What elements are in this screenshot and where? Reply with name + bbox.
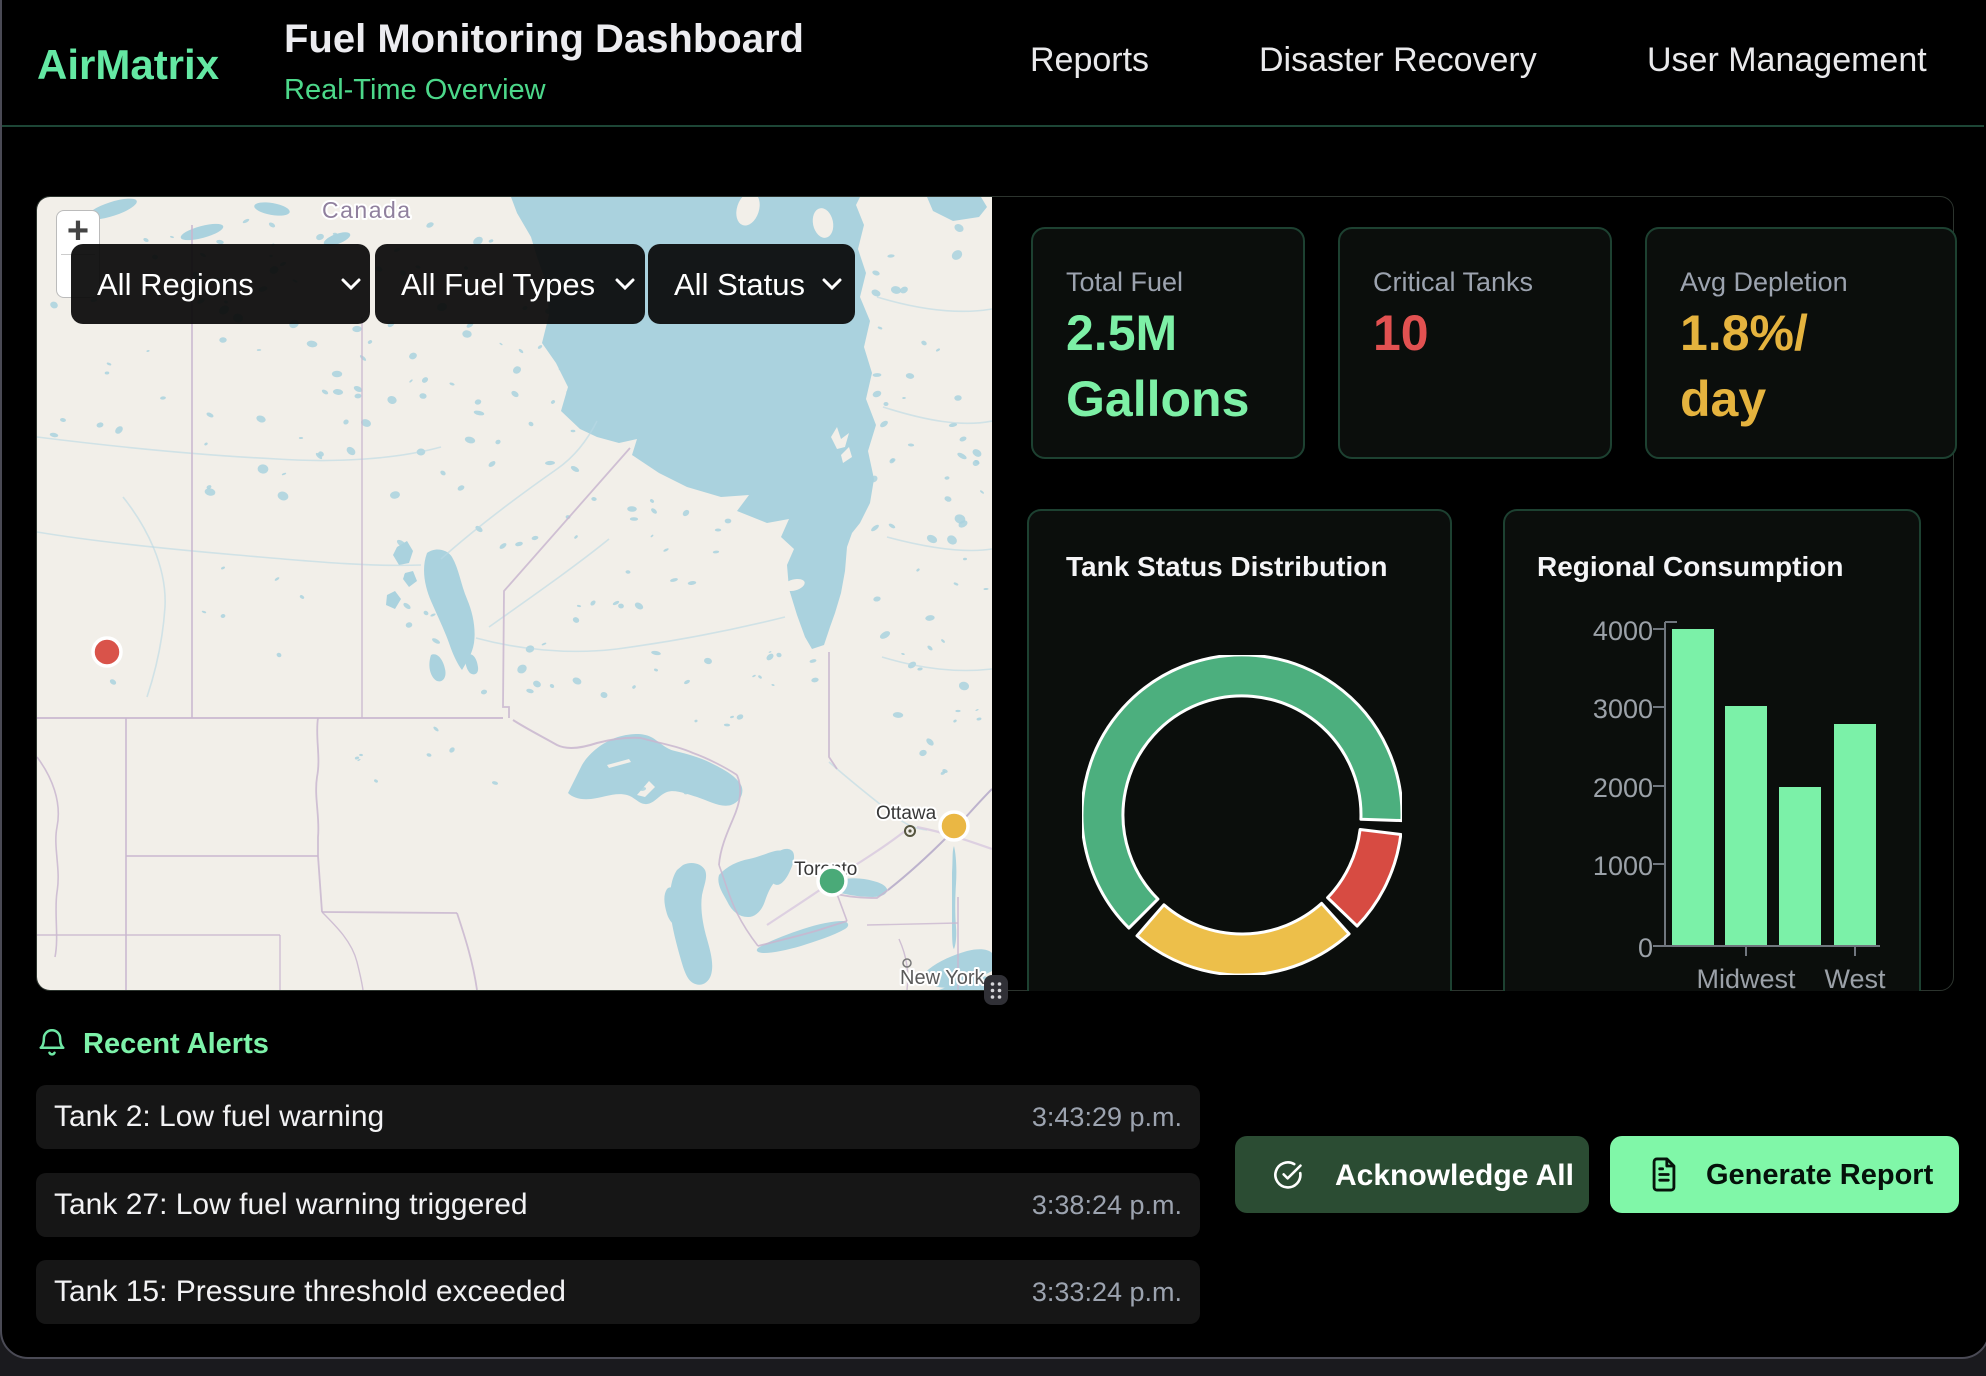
svg-text:0: 0 [1638, 933, 1653, 963]
svg-text:West: West [1824, 964, 1886, 991]
svg-text:Midwest: Midwest [1696, 964, 1796, 991]
svg-text:1000: 1000 [1593, 851, 1653, 881]
svg-text:New York: New York [900, 967, 985, 989]
svg-text:4000: 4000 [1593, 616, 1653, 646]
svg-text:3000: 3000 [1593, 694, 1653, 724]
svg-text:Canada: Canada [322, 197, 412, 223]
svg-text:2000: 2000 [1593, 773, 1653, 803]
svg-text:Ottawa: Ottawa [876, 803, 937, 824]
